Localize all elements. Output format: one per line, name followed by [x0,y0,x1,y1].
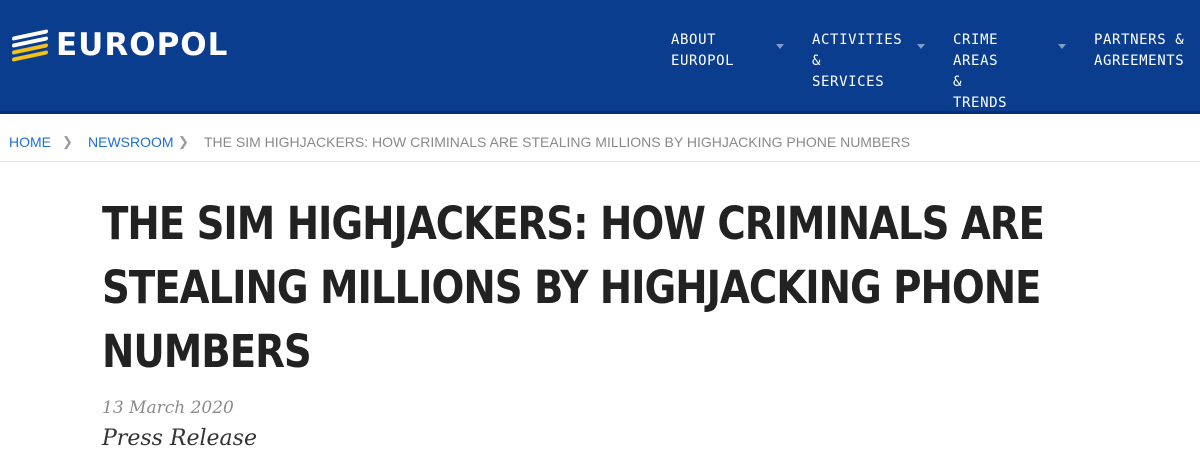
nav-item-partners-agreements[interactable]: PARTNERS & AGREEMENTS [1094,30,1184,72]
breadcrumb-newsroom[interactable]: NEWSROOM [88,134,174,150]
chevron-right-icon: ❯ [62,134,73,149]
title-line: STEALING MILLIONS BY HIGHJACKING PHONE [102,261,1041,314]
nav-label-line2: TRENDS [953,95,1008,111]
europol-logo[interactable]: EUROPOL [12,27,282,63]
nav-label-line1: ACTIVITIES & [812,32,903,69]
breadcrumb: HOME ❯ NEWSROOM ❯ THE SIM HIGHJACKERS: H… [0,122,1200,162]
nav-label-line2: SERVICES [812,74,885,90]
breadcrumb-current: THE SIM HIGHJACKERS: HOW CRIMINALS ARE S… [204,134,911,150]
nav-label-line1: CRIME AREAS & [953,32,999,90]
nav-item-crime-areas-trends[interactable]: CRIME AREAS & TRENDS [953,30,1007,114]
publish-date: 13 March 2020 [102,398,234,418]
logo-text: EUROPOL [56,27,229,63]
chevron-down-icon[interactable] [776,44,784,49]
breadcrumb-home[interactable]: HOME [9,134,51,150]
site-header: EUROPOL ABOUT EUROPOL ACTIVITIES & SERVI… [0,0,1200,114]
nav-item-about-europol[interactable]: ABOUT EUROPOL [671,30,734,72]
nav-label-line2: AGREEMENTS [1094,53,1185,69]
nav-item-activities-services[interactable]: ACTIVITIES & SERVICES [812,30,902,93]
article-type: Press Release [102,426,257,451]
chevron-right-icon: ❯ [178,134,189,149]
nav-label-line2: EUROPOL [671,53,735,69]
title-line: NUMBERS [102,325,312,378]
title-line: THE SIM HIGHJACKERS: HOW CRIMINALS ARE [102,197,1045,250]
page-title: THE SIM HIGHJACKERS: HOW CRIMINALS ARE S… [102,192,1045,384]
chevron-down-icon[interactable] [917,44,925,49]
europol-emblem-icon [12,29,48,62]
nav-label-line1: PARTNERS & [1094,32,1185,48]
nav-label-line1: ABOUT [671,32,717,48]
chevron-down-icon[interactable] [1058,44,1066,49]
